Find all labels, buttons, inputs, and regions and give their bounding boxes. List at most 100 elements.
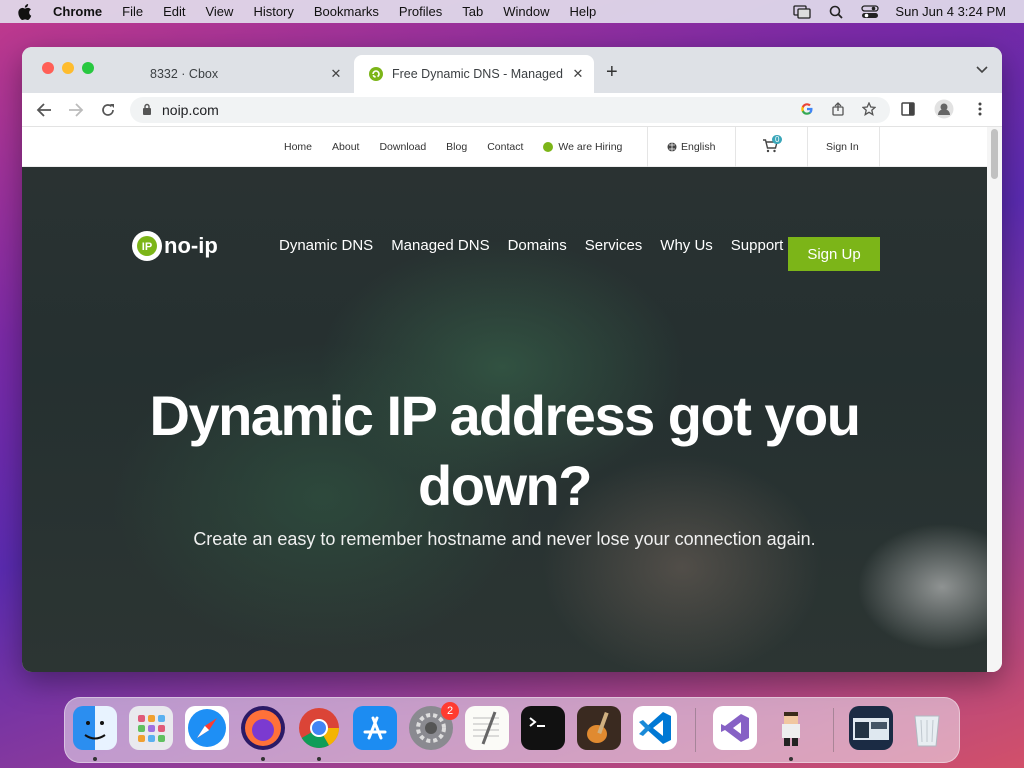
game-character-icon[interactable] bbox=[769, 706, 813, 750]
screenshot-window-icon[interactable] bbox=[849, 706, 893, 750]
noip-logo-icon: IP bbox=[132, 231, 162, 261]
hero-subline: Create an easy to remember hostname and … bbox=[193, 529, 816, 549]
trash-icon[interactable] bbox=[905, 706, 949, 750]
firefox-running-dot bbox=[261, 757, 265, 761]
minimize-window-button[interactable] bbox=[62, 62, 74, 74]
share-icon[interactable] bbox=[832, 101, 844, 119]
spotlight-search-icon[interactable] bbox=[827, 5, 845, 19]
nav-why-us[interactable]: Why Us bbox=[660, 237, 713, 254]
cart-count-badge: 0 bbox=[772, 135, 783, 144]
chrome-menu-icon[interactable] bbox=[970, 99, 990, 119]
nav-blog[interactable]: Blog bbox=[446, 141, 467, 153]
noip-favicon-icon bbox=[368, 66, 384, 82]
dock-separator bbox=[833, 708, 834, 752]
tab-cbox[interactable]: 8332 · Cbox ✕ bbox=[122, 55, 352, 93]
back-button[interactable] bbox=[34, 100, 54, 120]
menu-bar: Chrome File Edit View History Bookmarks … bbox=[0, 0, 1024, 23]
nav-contact[interactable]: Contact bbox=[487, 141, 523, 153]
tab-title: Free Dynamic DNS - Managed bbox=[392, 67, 563, 81]
hero-headline: Dynamic IP address got you down? bbox=[22, 381, 987, 521]
menu-help[interactable]: Help bbox=[570, 4, 597, 19]
textedit-icon[interactable] bbox=[465, 706, 509, 750]
google-lens-icon[interactable] bbox=[800, 102, 814, 119]
url-text[interactable]: noip.com bbox=[162, 102, 219, 118]
menu-app-name[interactable]: Chrome bbox=[53, 4, 102, 19]
tab-search-chevron-icon[interactable] bbox=[976, 63, 988, 77]
headline-line-2: down? bbox=[418, 454, 592, 517]
forward-button[interactable] bbox=[66, 100, 86, 120]
control-center-icon[interactable] bbox=[861, 4, 880, 19]
language-selector[interactable]: English bbox=[667, 141, 715, 153]
nav-about[interactable]: About bbox=[332, 141, 359, 153]
window-controls bbox=[42, 62, 94, 74]
app-store-icon[interactable] bbox=[353, 706, 397, 750]
zoom-window-button[interactable] bbox=[82, 62, 94, 74]
nav-support[interactable]: Support bbox=[731, 237, 784, 254]
vscode-icon[interactable] bbox=[633, 706, 677, 750]
noip-logo-text: no-ip bbox=[164, 233, 218, 258]
cart-button[interactable]: 0 bbox=[762, 135, 783, 156]
tab-strip: 8332 · Cbox ✕ Free Dynamic DNS - Managed… bbox=[22, 47, 1002, 93]
nav-hiring[interactable]: We are Hiring bbox=[543, 141, 622, 153]
sign-in-link[interactable]: Sign In bbox=[826, 141, 859, 153]
side-panel-icon[interactable] bbox=[898, 99, 918, 119]
menu-bookmarks[interactable]: Bookmarks bbox=[314, 4, 379, 19]
menu-view[interactable]: View bbox=[205, 4, 233, 19]
screen-mirroring-icon[interactable] bbox=[793, 4, 812, 19]
menu-file[interactable]: File bbox=[122, 4, 143, 19]
nav-divider bbox=[807, 127, 808, 167]
nav-domains[interactable]: Domains bbox=[508, 237, 567, 254]
dock: 2 bbox=[64, 697, 960, 763]
close-tab-icon[interactable]: ✕ bbox=[570, 66, 586, 82]
nav-download[interactable]: Download bbox=[379, 141, 426, 153]
noip-logo[interactable]: IP no-ip bbox=[132, 231, 218, 261]
menu-edit[interactable]: Edit bbox=[163, 4, 185, 19]
menu-history[interactable]: History bbox=[253, 4, 293, 19]
profile-avatar-icon[interactable] bbox=[934, 99, 954, 119]
finder-icon[interactable] bbox=[73, 706, 117, 750]
browser-window: 8332 · Cbox ✕ Free Dynamic DNS - Managed… bbox=[22, 47, 1002, 672]
tab-title: 8332 · Cbox bbox=[150, 67, 219, 81]
system-preferences-icon[interactable]: 2 bbox=[409, 702, 459, 750]
hero-section: IP no-ip Dynamic DNS Managed DNS Domains… bbox=[22, 167, 987, 672]
dock-separator bbox=[695, 708, 696, 752]
chrome-running-dot bbox=[317, 757, 321, 761]
svg-text:IP: IP bbox=[142, 241, 152, 253]
hiring-label: We are Hiring bbox=[558, 140, 623, 153]
close-window-button[interactable] bbox=[42, 62, 54, 74]
nav-managed-dns[interactable]: Managed DNS bbox=[391, 237, 489, 254]
new-tab-button[interactable]: + bbox=[606, 61, 618, 83]
text-cursor-icon bbox=[333, 394, 341, 410]
site-top-nav: Home About Download Blog Contact We are … bbox=[22, 127, 1002, 167]
nav-divider bbox=[879, 127, 880, 167]
language-label: English bbox=[681, 140, 716, 153]
nav-divider bbox=[647, 127, 648, 167]
chrome-icon[interactable] bbox=[297, 706, 341, 750]
menu-window[interactable]: Window bbox=[503, 4, 549, 19]
hiring-info-icon bbox=[543, 141, 554, 152]
nav-dynamic-dns[interactable]: Dynamic DNS bbox=[279, 237, 373, 254]
scrollbar-thumb[interactable] bbox=[991, 129, 998, 179]
apple-icon[interactable] bbox=[18, 3, 36, 20]
system-preferences-badge: 2 bbox=[441, 702, 459, 720]
reload-button[interactable] bbox=[98, 100, 118, 120]
close-tab-icon[interactable]: ✕ bbox=[328, 66, 344, 82]
menu-clock[interactable]: Sun Jun 4 3:24 PM bbox=[895, 4, 1006, 19]
page-scrollbar[interactable] bbox=[987, 127, 1002, 672]
lock-icon[interactable] bbox=[142, 102, 152, 118]
nav-services[interactable]: Services bbox=[585, 237, 643, 254]
address-bar[interactable]: noip.com bbox=[130, 97, 890, 123]
sign-up-button[interactable]: Sign Up bbox=[788, 237, 880, 271]
visual-studio-icon[interactable] bbox=[713, 706, 757, 750]
firefox-icon[interactable] bbox=[241, 706, 285, 750]
tab-noip[interactable]: Free Dynamic DNS - Managed ✕ bbox=[354, 55, 594, 93]
menu-profiles[interactable]: Profiles bbox=[399, 4, 442, 19]
garageband-icon[interactable] bbox=[577, 706, 621, 750]
finder-running-dot bbox=[93, 757, 97, 761]
nav-home[interactable]: Home bbox=[284, 141, 312, 153]
safari-icon[interactable] bbox=[185, 706, 229, 750]
bookmark-star-icon[interactable] bbox=[861, 100, 877, 119]
launchpad-icon[interactable] bbox=[129, 706, 173, 750]
menu-tab[interactable]: Tab bbox=[462, 4, 483, 19]
terminal-icon[interactable] bbox=[521, 706, 565, 750]
